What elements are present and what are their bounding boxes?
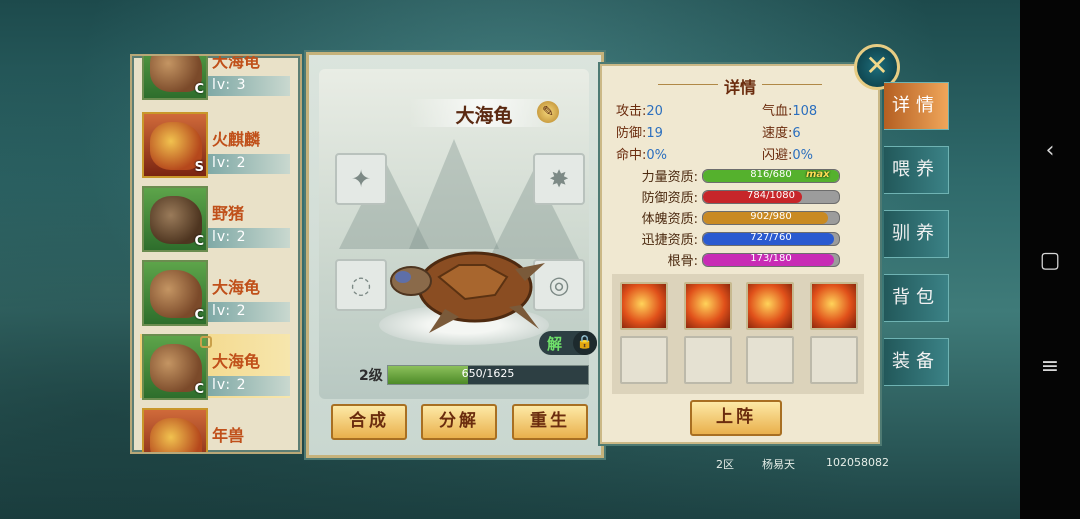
pet-name: 年兽 xyxy=(212,426,245,445)
skill-slot-1[interactable] xyxy=(620,282,668,330)
detail-title: 详情 xyxy=(723,78,756,97)
stat-dodge: 闪避:0% xyxy=(762,148,814,163)
pet-level-bar: lv: 3 xyxy=(208,76,290,96)
tab-train[interactable]: 驯养 xyxy=(884,210,949,258)
skill-slot-5[interactable] xyxy=(620,336,668,384)
pet-grade: C xyxy=(194,382,204,397)
release-label: 解 xyxy=(547,335,563,353)
skill-slot-7[interactable] xyxy=(746,336,794,384)
edit-icon[interactable]: ✎ xyxy=(537,101,559,123)
skill-slot-2[interactable] xyxy=(684,282,732,330)
skill-slot-3[interactable] xyxy=(746,282,794,330)
rebirth-button[interactable]: 重生 xyxy=(512,404,588,440)
tab-details[interactable]: 详情 xyxy=(884,82,949,130)
pet-list-item[interactable]: S 火麒麟 lv: 2 xyxy=(140,112,290,178)
pet-level-bar: lv: 2 xyxy=(208,228,290,248)
pet-name: 大海龟 xyxy=(212,278,261,297)
back-icon[interactable]: ‹ xyxy=(1020,138,1080,163)
system-nav-bar: ‹ ▢ ≡ xyxy=(1020,0,1080,519)
pet-list-item[interactable]: C 大海龟 lv: 2 xyxy=(140,260,290,326)
pet-name: 火麒麟 xyxy=(212,130,261,149)
skill-slot-4[interactable] xyxy=(810,282,858,330)
pet-name: 野猪 xyxy=(212,204,245,223)
skill-slot-6[interactable] xyxy=(684,336,732,384)
lock-icon: 🔒 xyxy=(573,331,597,355)
stat-defense: 防御:19 xyxy=(616,126,663,141)
pet-display-panel: 大海龟 ✎ ✦ ✸ ◌ ◎ 解 🔒 2级 650/1625 合成 分解 重生 xyxy=(306,52,604,458)
pet-grade: C xyxy=(194,308,204,323)
stat-hp: 气血:108 xyxy=(762,104,818,119)
menu-icon[interactable]: ≡ xyxy=(1020,354,1080,379)
tab-equip[interactable]: 装备 xyxy=(884,338,949,386)
pet-portrait: C xyxy=(142,56,208,100)
xp-bar: 650/1625 xyxy=(387,365,589,385)
pet-portrait xyxy=(142,408,208,452)
pet-level: lv: 2 xyxy=(212,155,247,171)
skill-slot-8[interactable] xyxy=(810,336,858,384)
pet-grade: S xyxy=(194,160,204,175)
tab-bag[interactable]: 背包 xyxy=(884,274,949,322)
xp-text: 650/1625 xyxy=(461,367,515,380)
pet-grade: C xyxy=(194,82,204,97)
tab-feed[interactable]: 喂养 xyxy=(884,146,949,194)
release-button[interactable]: 解 🔒 xyxy=(539,331,597,355)
pet-name: 大海龟 xyxy=(212,352,261,371)
home-icon[interactable]: ▢ xyxy=(1020,248,1080,273)
lock-icon xyxy=(200,336,212,348)
pet-level-bar: lv: 2 xyxy=(208,302,290,322)
pet-level: lv: 2 xyxy=(212,229,247,245)
pet-portrait: S xyxy=(142,112,208,178)
pet-level-bar: lv: 2 xyxy=(208,376,290,396)
pet-list-item[interactable]: C 大海龟 lv: 3 xyxy=(140,54,290,100)
pet-list-item[interactable]: 年兽 xyxy=(140,408,290,452)
pet-list-item[interactable]: C 野猪 lv: 2 xyxy=(140,186,290,252)
stat-speed: 速度:6 xyxy=(762,126,801,141)
equip-slot-2[interactable]: ✸ xyxy=(533,153,585,205)
player-name: 杨易天 xyxy=(762,458,795,471)
combine-button[interactable]: 合成 xyxy=(331,404,407,440)
pet-level-label: 2级 xyxy=(359,368,383,384)
detail-panel: 详情 攻击:20 气血:108 防御:19 速度:6 命中:0% 闪避:0% 力… xyxy=(600,64,880,444)
pet-grade: C xyxy=(194,234,204,249)
pet-name: 大海龟 xyxy=(212,54,261,71)
pet-list-item-selected[interactable]: C 大海龟 lv: 2 xyxy=(140,334,290,400)
stat-attack: 攻击:20 xyxy=(616,104,663,119)
pet-level: lv: 3 xyxy=(212,77,247,93)
deploy-button[interactable]: 上阵 xyxy=(690,400,782,436)
skill-grid xyxy=(612,274,864,394)
pet-portrait: C xyxy=(142,186,208,252)
pet-level: lv: 2 xyxy=(212,377,247,393)
stat-hit: 命中:0% xyxy=(616,148,668,163)
pet-stage: 大海龟 ✎ ✦ ✸ ◌ ◎ 解 🔒 2级 650/1625 xyxy=(319,69,597,399)
turtle-model xyxy=(390,251,545,333)
equip-slot-1[interactable]: ✦ xyxy=(335,153,387,205)
pet-portrait: C xyxy=(142,260,208,326)
decompose-button[interactable]: 分解 xyxy=(421,404,497,440)
max-badge: max xyxy=(806,169,830,180)
pet-level: lv: 2 xyxy=(212,303,247,319)
pet-portrait: C xyxy=(142,334,208,400)
equip-slot-3[interactable]: ◌ xyxy=(335,259,387,311)
pet-level-bar: lv: 2 xyxy=(208,154,290,174)
server-label: 2区 xyxy=(716,458,734,471)
player-id: 102058082 xyxy=(826,456,889,469)
pet-list[interactable]: C 大海龟 lv: 3 S 火麒麟 lv: 2 C 野猪 lv: 2 C 大海龟… xyxy=(130,54,302,454)
